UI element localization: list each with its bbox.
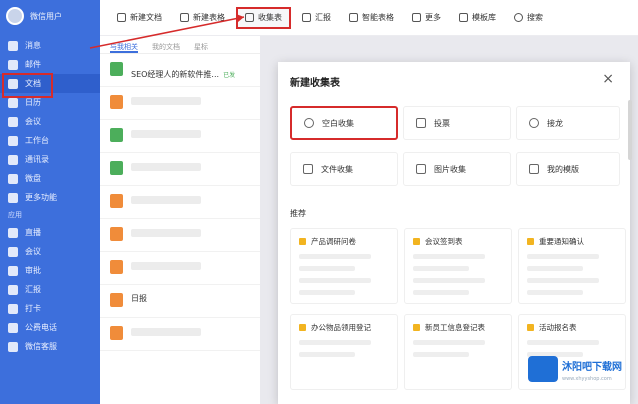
watermark-text: 沐阳吧下载网 (562, 362, 622, 373)
watermark-logo: 沐阳吧下载网 www.xhyyshop.com (524, 350, 632, 394)
watermark-url: www.xhyyshop.com (562, 376, 612, 382)
annotation-arrow (89, 14, 245, 49)
watermark-icon (528, 356, 558, 382)
app-window: 微信用户 消息 邮件 文档 日历 会议 工作台 通讯录 微盘 更多功能 应用 直… (0, 0, 638, 404)
